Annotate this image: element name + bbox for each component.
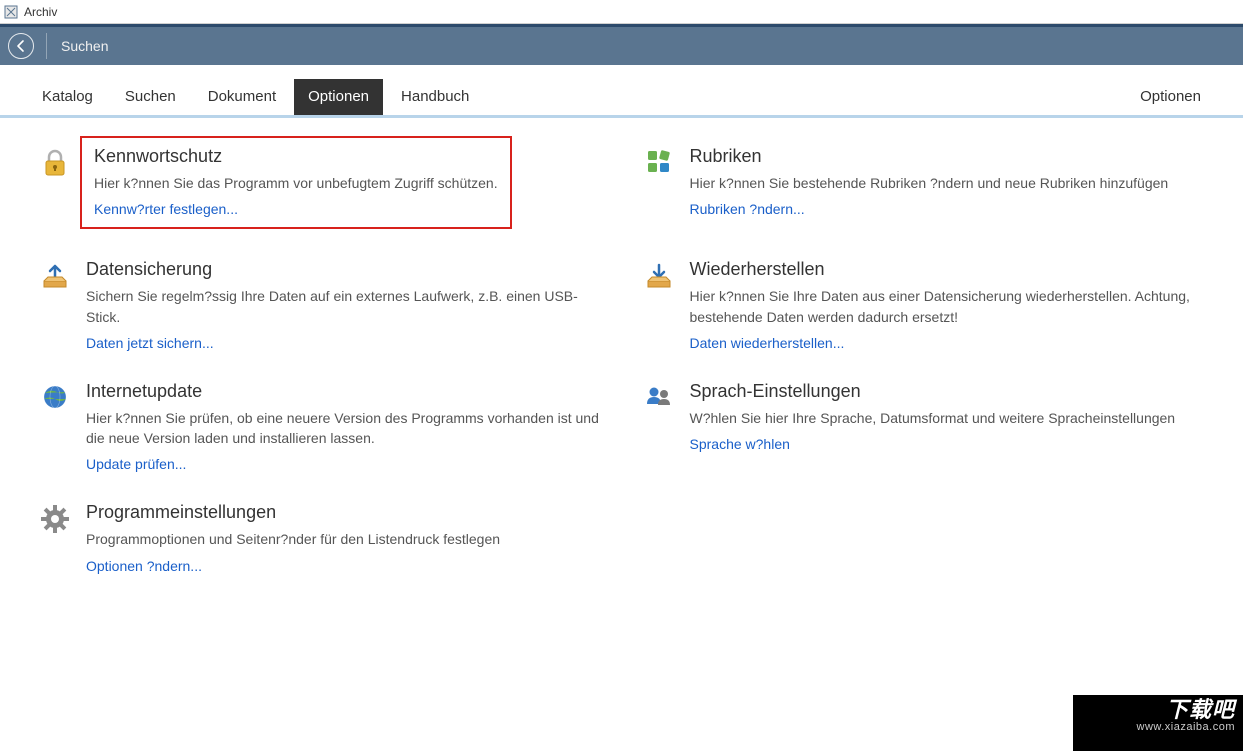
link-check-update[interactable]: Update prüfen...	[86, 456, 606, 472]
categories-icon	[642, 148, 676, 176]
users-globe-icon	[642, 383, 676, 413]
card-backup: Datensicherung Sichern Sie regelm?ssig I…	[38, 259, 622, 351]
card-description: Hier k?nnen Sie das Programm vor unbefug…	[94, 173, 498, 193]
link-edit-options[interactable]: Optionen ?ndern...	[86, 558, 500, 574]
lock-icon	[38, 148, 72, 178]
card-title: Rubriken	[690, 146, 1169, 167]
card-description: Hier k?nnen Sie bestehende Rubriken ?nde…	[690, 173, 1169, 193]
globe-icon	[38, 383, 72, 411]
link-restore-data[interactable]: Daten wiederherstellen...	[690, 335, 1210, 351]
card-description: W?hlen Sie hier Ihre Sprache, Datumsform…	[690, 408, 1176, 428]
download-icon	[642, 261, 676, 291]
card-description: Hier k?nnen Sie prüfen, ob eine neuere V…	[86, 408, 606, 449]
options-grid: Kennwortschutz Hier k?nnen Sie das Progr…	[0, 118, 1243, 574]
empty-cell	[642, 502, 1226, 573]
tab-suchen[interactable]: Suchen	[111, 79, 190, 115]
card-description: Programmoptionen und Seitenr?nder für de…	[86, 529, 500, 549]
card-password-protection: Kennwortschutz Hier k?nnen Sie das Progr…	[38, 146, 622, 229]
card-categories: Rubriken Hier k?nnen Sie bestehende Rubr…	[642, 146, 1226, 229]
card-title: Internetupdate	[86, 381, 606, 402]
card-title: Datensicherung	[86, 259, 606, 280]
tab-katalog[interactable]: Katalog	[28, 79, 107, 115]
back-button[interactable]	[8, 33, 34, 59]
link-backup-now[interactable]: Daten jetzt sichern...	[86, 335, 606, 351]
card-program-settings: Programmeinstellungen Programmoptionen u…	[38, 502, 622, 573]
link-edit-categories[interactable]: Rubriken ?ndern...	[690, 201, 1169, 217]
tabbar: Katalog Suchen Dokument Optionen Handbuc…	[0, 65, 1243, 118]
link-choose-language[interactable]: Sprache w?hlen	[690, 436, 1176, 452]
card-internet-update: Internetupdate Hier k?nnen Sie prüfen, o…	[38, 381, 622, 473]
card-title: Programmeinstellungen	[86, 502, 500, 523]
toolbar-separator	[46, 33, 47, 59]
card-title: Kennwortschutz	[94, 146, 498, 167]
window-title: Archiv	[24, 5, 57, 19]
tab-dokument[interactable]: Dokument	[194, 79, 290, 115]
watermark: 下载吧 www.xiazaiba.com	[1073, 695, 1243, 751]
gear-icon	[38, 504, 72, 534]
upload-icon	[38, 261, 72, 291]
watermark-text: 下载吧	[1081, 699, 1235, 721]
page-heading: Optionen	[1126, 79, 1215, 115]
toolbar: Suchen	[0, 27, 1243, 65]
toolbar-search-label[interactable]: Suchen	[61, 38, 108, 54]
card-description: Sichern Sie regelm?ssig Ihre Daten auf e…	[86, 286, 606, 327]
tab-optionen[interactable]: Optionen	[294, 79, 383, 115]
arrow-left-icon	[14, 39, 28, 53]
card-title: Wiederherstellen	[690, 259, 1210, 280]
tab-handbuch[interactable]: Handbuch	[387, 79, 483, 115]
watermark-url: www.xiazaiba.com	[1081, 721, 1235, 733]
link-set-passwords[interactable]: Kennw?rter festlegen...	[94, 201, 498, 217]
window-titlebar: Archiv	[0, 0, 1243, 24]
card-title: Sprach-Einstellungen	[690, 381, 1176, 402]
card-restore: Wiederherstellen Hier k?nnen Sie Ihre Da…	[642, 259, 1226, 351]
card-description: Hier k?nnen Sie Ihre Daten aus einer Dat…	[690, 286, 1210, 327]
app-icon	[4, 5, 18, 19]
card-language-settings: Sprach-Einstellungen W?hlen Sie hier Ihr…	[642, 381, 1226, 473]
